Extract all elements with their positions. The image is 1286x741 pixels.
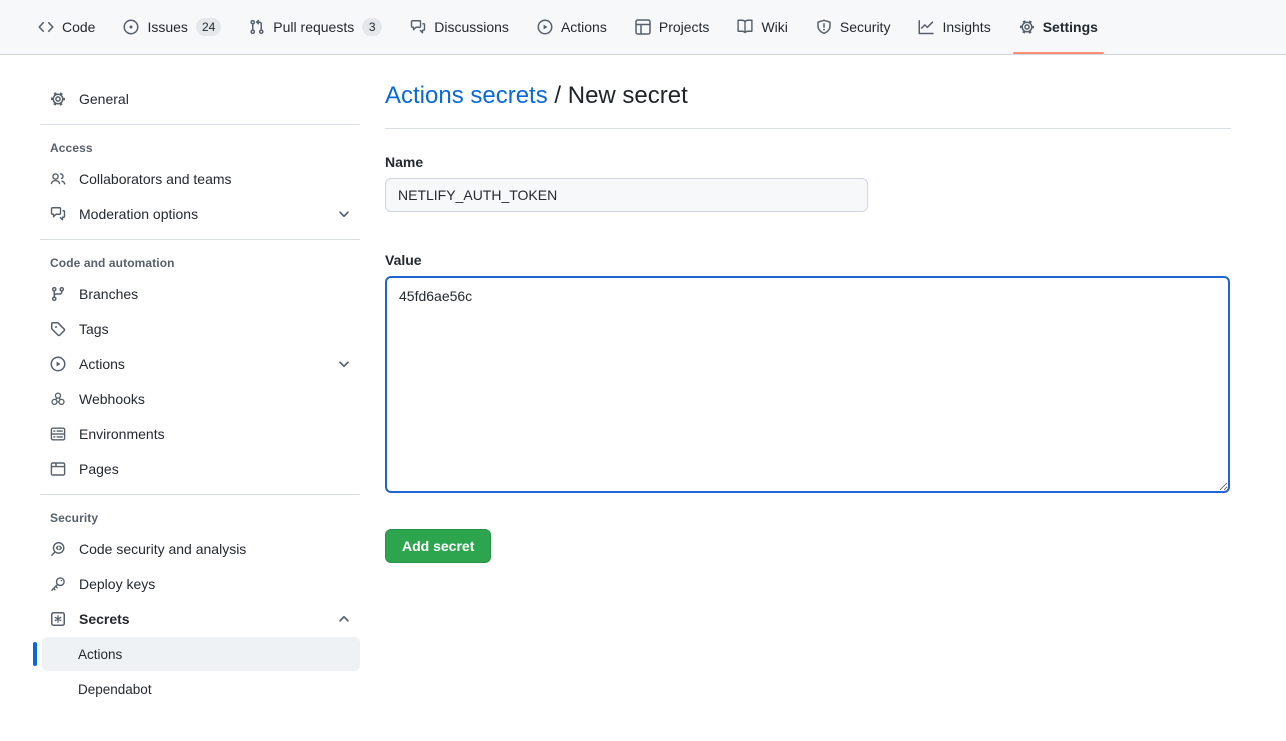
tab-label: Code — [62, 12, 95, 42]
chevron-down-icon — [336, 356, 352, 372]
name-label: Name — [385, 154, 1231, 170]
tab-label: Discussions — [434, 12, 509, 42]
server-icon — [50, 426, 66, 442]
sidebar-item-collaborators[interactable]: Collaborators and teams — [42, 162, 360, 196]
sidebar-item-moderation-options[interactable]: Moderation options — [42, 197, 360, 231]
sidebar-item-branches[interactable]: Branches — [42, 277, 360, 311]
repo-nav: Code Issues 24 Pull requests 3 Discussio… — [0, 0, 1286, 55]
sidebar-item-tags[interactable]: Tags — [42, 312, 360, 346]
play-icon — [537, 19, 553, 35]
people-icon — [50, 171, 66, 187]
gear-icon — [50, 91, 66, 107]
sidebar-item-label: Pages — [79, 461, 119, 477]
heading-divider — [385, 128, 1231, 129]
issue-opened-icon — [123, 19, 139, 35]
key-icon — [50, 576, 66, 592]
sidebar-item-label: Secrets — [79, 611, 130, 627]
sidebar-section-code-automation: Code and automation — [40, 248, 360, 276]
tab-label: Actions — [561, 12, 607, 42]
sidebar-divider — [40, 124, 360, 125]
sidebar-item-secrets[interactable]: Secrets — [42, 602, 360, 636]
graph-icon — [918, 19, 934, 35]
tab-issues[interactable]: Issues 24 — [111, 0, 233, 54]
tab-pull-requests[interactable]: Pull requests 3 — [237, 0, 394, 54]
settings-sidebar: General Access Collaborators and teams M… — [40, 81, 360, 707]
repo-tabs: Code Issues 24 Pull requests 3 Discussio… — [24, 0, 1112, 54]
webhook-icon — [50, 391, 66, 407]
sidebar-divider — [40, 494, 360, 495]
tab-label: Issues — [147, 12, 187, 42]
tab-security[interactable]: Security — [804, 0, 903, 54]
tab-label: Security — [840, 12, 891, 42]
tab-label: Wiki — [761, 12, 787, 42]
comment-discussion-icon — [410, 19, 426, 35]
sidebar-item-environments[interactable]: Environments — [42, 417, 360, 451]
add-secret-button[interactable]: Add secret — [385, 529, 491, 563]
key-asterisk-icon — [50, 611, 66, 627]
sidebar-section-access: Access — [40, 133, 360, 161]
sidebar-item-label: Collaborators and teams — [79, 171, 232, 187]
tab-label: Pull requests — [273, 12, 354, 42]
tab-discussions[interactable]: Discussions — [398, 0, 521, 54]
sidebar-subitem-secrets-dependabot[interactable]: Dependabot — [42, 672, 360, 706]
code-icon — [38, 19, 54, 35]
git-branch-icon — [50, 286, 66, 302]
tag-icon — [50, 321, 66, 337]
table-icon — [635, 19, 651, 35]
sidebar-item-label: Branches — [79, 286, 138, 302]
sidebar-item-label: Environments — [79, 426, 165, 442]
browser-icon — [50, 461, 66, 477]
sidebar-item-label: Deploy keys — [79, 576, 155, 592]
shield-icon — [816, 19, 832, 35]
sidebar-item-label: Moderation options — [79, 206, 198, 222]
secret-name-input[interactable] — [385, 178, 868, 212]
sidebar-item-label: General — [79, 91, 129, 107]
sidebar-item-label: Dependabot — [78, 682, 152, 697]
codescan-icon — [50, 541, 66, 557]
play-icon — [50, 356, 66, 372]
sidebar-item-actions[interactable]: Actions — [42, 347, 360, 381]
pull-requests-count-badge: 3 — [362, 18, 382, 36]
sidebar-item-label: Tags — [79, 321, 109, 337]
issues-count-badge: 24 — [196, 18, 221, 36]
sidebar-item-label: Webhooks — [79, 391, 145, 407]
git-pull-request-icon — [249, 19, 265, 35]
tab-actions[interactable]: Actions — [525, 0, 619, 54]
breadcrumb-current: New secret — [568, 82, 688, 109]
sidebar-item-webhooks[interactable]: Webhooks — [42, 382, 360, 416]
sidebar-subitem-secrets-actions[interactable]: Actions — [42, 637, 360, 671]
sidebar-item-pages[interactable]: Pages — [42, 452, 360, 486]
tab-settings[interactable]: Settings — [1007, 0, 1110, 54]
sidebar-item-label: Actions — [79, 356, 125, 372]
sidebar-section-security: Security — [40, 503, 360, 531]
tab-insights[interactable]: Insights — [906, 0, 1002, 54]
sidebar-item-code-security[interactable]: Code security and analysis — [42, 532, 360, 566]
tab-projects[interactable]: Projects — [623, 0, 722, 54]
breadcrumb-separator: / — [554, 82, 561, 109]
secret-value-textarea[interactable]: 45fd6ae56c — [385, 276, 1230, 493]
book-icon — [737, 19, 753, 35]
chevron-down-icon — [336, 206, 352, 222]
tab-label: Projects — [659, 12, 710, 42]
sidebar-item-general[interactable]: General — [42, 82, 360, 116]
sidebar-item-label: Code security and analysis — [79, 541, 246, 557]
new-secret-form: Actions secrets / New secret Name Value … — [385, 81, 1231, 707]
sidebar-item-deploy-keys[interactable]: Deploy keys — [42, 567, 360, 601]
sidebar-divider — [40, 239, 360, 240]
value-label: Value — [385, 252, 1231, 268]
tab-code[interactable]: Code — [26, 0, 107, 54]
tab-label: Settings — [1043, 12, 1098, 42]
tab-wiki[interactable]: Wiki — [725, 0, 799, 54]
gear-icon — [1019, 19, 1035, 35]
page-title: Actions secrets / New secret — [385, 81, 1231, 111]
settings-page: General Access Collaborators and teams M… — [0, 55, 1286, 707]
actions-secrets-link[interactable]: Actions secrets — [385, 82, 548, 109]
comment-discussion-icon — [50, 206, 66, 222]
chevron-up-icon — [336, 611, 352, 627]
tab-label: Insights — [942, 12, 990, 42]
sidebar-item-label: Actions — [78, 647, 122, 662]
